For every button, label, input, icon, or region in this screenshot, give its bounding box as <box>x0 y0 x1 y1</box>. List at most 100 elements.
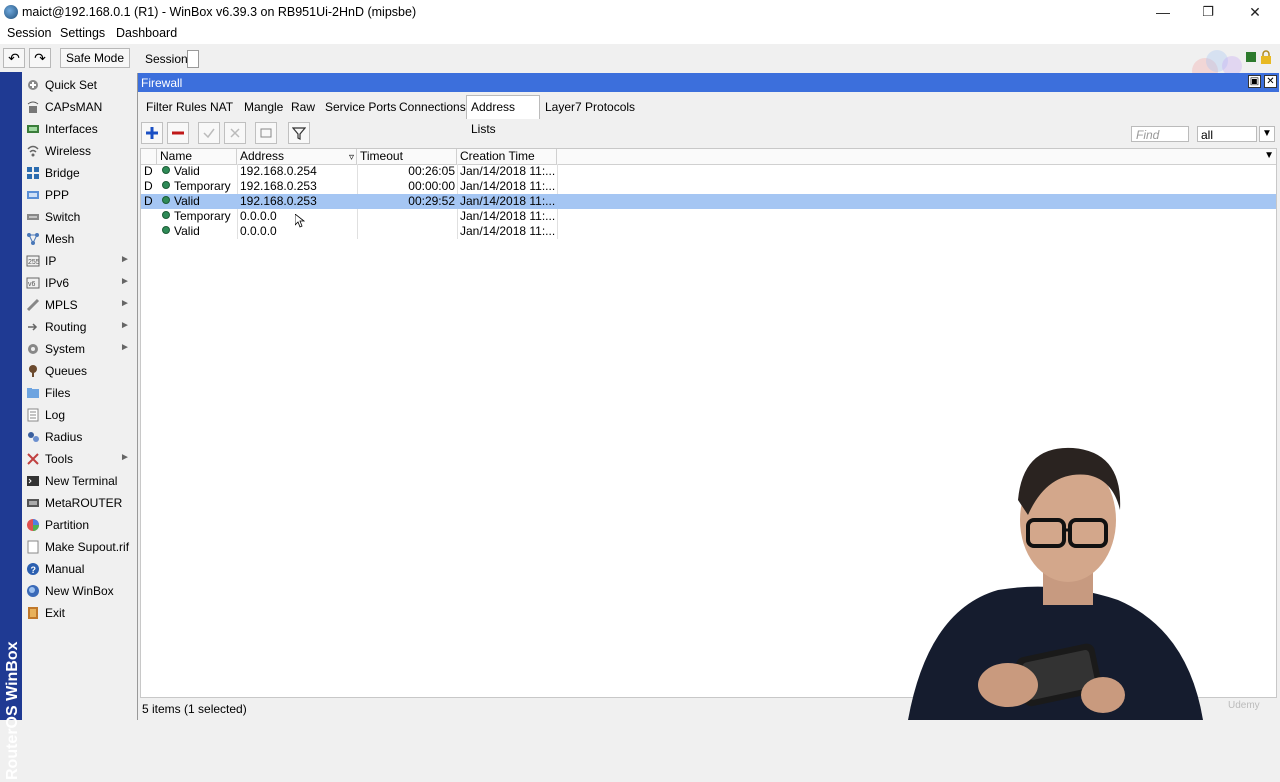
tab-raw[interactable]: Raw <box>287 97 319 117</box>
sidebar-item-ip[interactable]: 255 IP ► <box>22 250 134 272</box>
status-green-icon <box>1246 52 1256 62</box>
columns-menu-icon[interactable]: ▼ <box>1264 150 1274 161</box>
terminal-icon <box>27 476 39 486</box>
row-timeout: 00:29:52 <box>408 194 455 208</box>
row-name: Valid <box>159 224 237 239</box>
new-winbox-icon <box>27 585 39 597</box>
menu-settings[interactable]: Settings <box>60 26 105 40</box>
sidebar-item-routing[interactable]: Routing ► <box>22 316 134 338</box>
row-name: Valid <box>159 164 237 179</box>
sidebar-label: New WinBox <box>45 584 114 598</box>
menu-dashboard[interactable]: Dashboard <box>116 26 177 40</box>
sidebar-item-new-winbox[interactable]: New WinBox <box>22 580 134 602</box>
row-name: Valid <box>159 194 237 209</box>
sidebar-item-bridge[interactable]: Bridge <box>22 162 134 184</box>
check-icon <box>203 128 215 139</box>
sidebar-item-metarouter[interactable]: MetaROUTER <box>22 492 134 514</box>
sidebar-item-ipv6[interactable]: v6 IPv6 ► <box>22 272 134 294</box>
sidebar-item-log[interactable]: Log <box>22 404 134 426</box>
sidebar-item-new-terminal[interactable]: New Terminal <box>22 470 134 492</box>
gear-icon <box>28 344 38 354</box>
add-button[interactable] <box>141 122 163 144</box>
main-toolbar: ↶ ↷ Safe Mode Session: <box>0 44 1280 84</box>
sidebar-item-mpls[interactable]: MPLS ► <box>22 294 134 316</box>
column-name[interactable]: Name <box>157 149 237 164</box>
quick-set-icon <box>28 80 38 90</box>
sidebar-item-files[interactable]: Files <box>22 382 134 404</box>
sidebar-label: CAPsMAN <box>45 100 103 114</box>
brand-text: RouterOS WinBox <box>4 641 21 780</box>
row-timeout <box>357 209 457 224</box>
table-row[interactable]: D Valid 192.168.0.254 00:26:05 Jan/14/20… <box>141 164 1276 179</box>
firewall-close-button[interactable]: ✕ <box>1264 75 1277 88</box>
tab-address-lists[interactable]: Address Lists <box>466 95 540 136</box>
sidebar-item-partition[interactable]: Partition <box>22 514 134 536</box>
sidebar-label: Queues <box>45 364 88 378</box>
submenu-arrow-icon: ► <box>120 298 130 309</box>
list-filter-select[interactable]: all <box>1197 126 1257 142</box>
row-flag: D <box>144 194 153 208</box>
sidebar-item-quick-set[interactable]: Quick Set <box>22 74 134 96</box>
menu-session[interactable]: Session <box>7 26 51 40</box>
svg-text:255: 255 <box>28 259 40 266</box>
tab-mangle[interactable]: Mangle <box>240 97 287 117</box>
row-address: 192.168.0.253 <box>240 194 317 208</box>
sidebar-item-make-supout[interactable]: Make Supout.rif <box>22 536 134 558</box>
disable-button[interactable] <box>224 122 246 144</box>
sidebar-item-tools[interactable]: Tools ► <box>22 448 134 470</box>
column-flag[interactable] <box>141 149 157 164</box>
sidebar-item-ppp[interactable]: PPP <box>22 184 134 206</box>
table-header: Name Address ▿ Timeout Creation Time ▼ <box>141 149 1276 165</box>
sidebar-item-manual[interactable]: ? Manual <box>22 558 134 580</box>
table-row[interactable]: D Temporary 192.168.0.253 00:00:00 Jan/1… <box>141 179 1276 194</box>
firewall-maximize-button[interactable]: ▣ <box>1248 75 1261 88</box>
minimize-button[interactable]: — <box>1148 2 1178 22</box>
safe-mode-button[interactable]: Safe Mode <box>60 48 130 68</box>
column-timeout[interactable]: Timeout <box>357 149 457 164</box>
sidebar-label: Manual <box>45 562 85 576</box>
sidebar-label: Log <box>45 408 66 422</box>
submenu-arrow-icon: ► <box>120 320 130 331</box>
column-creation-time[interactable]: Creation Time <box>457 149 557 164</box>
sidebar-item-radius[interactable]: Radius <box>22 426 134 448</box>
table-row[interactable]: Valid 0.0.0.0 Jan/14/2018 11:... <box>141 224 1276 239</box>
tab-service-ports[interactable]: Service Ports <box>321 97 400 117</box>
row-timeout: 00:00:00 <box>408 179 455 193</box>
session-field[interactable] <box>187 50 199 68</box>
sidebar-item-capsman[interactable]: CAPsMAN <box>22 96 134 118</box>
sidebar-label: Radius <box>45 430 83 444</box>
find-input[interactable]: Find <box>1131 126 1189 142</box>
restore-button[interactable]: ❐ <box>1193 2 1223 22</box>
chevron-down-icon[interactable]: ▼ <box>1259 126 1275 142</box>
enable-button[interactable] <box>198 122 220 144</box>
remove-button[interactable] <box>167 122 189 144</box>
window-title: maict@192.168.0.1 (R1) - WinBox v6.39.3 … <box>22 5 417 19</box>
tab-connections[interactable]: Connections <box>395 97 470 117</box>
sidebar-item-exit[interactable]: Exit <box>22 602 134 624</box>
submenu-arrow-icon: ► <box>120 342 130 353</box>
close-button[interactable]: ✕ <box>1240 2 1270 22</box>
table-row-selected[interactable]: D Valid 192.168.0.253 00:29:52 Jan/14/20… <box>141 194 1276 209</box>
sidebar-item-switch[interactable]: Switch <box>22 206 134 228</box>
tab-filter-rules[interactable]: Filter Rules <box>142 97 211 117</box>
row-address: 192.168.0.253 <box>240 179 317 193</box>
sidebar-label: Make Supout.rif <box>45 540 130 554</box>
table-row[interactable]: Temporary 0.0.0.0 Jan/14/2018 11:... <box>141 209 1276 224</box>
sidebar-item-mesh[interactable]: Mesh <box>22 228 134 250</box>
sidebar-label: Tools <box>45 452 74 466</box>
sidebar-item-queues[interactable]: Queues <box>22 360 134 382</box>
enabled-dot-icon <box>162 166 170 174</box>
filter-button[interactable] <box>288 122 310 144</box>
tab-nat[interactable]: NAT <box>206 97 237 117</box>
column-address[interactable]: Address ▿ <box>237 149 357 164</box>
sidebar-item-wireless[interactable]: Wireless <box>22 140 134 162</box>
sidebar-label: System <box>45 342 86 356</box>
sidebar-item-interfaces[interactable]: Interfaces <box>22 118 134 140</box>
comment-button[interactable] <box>255 122 277 144</box>
redo-button[interactable]: ↷ <box>29 48 51 68</box>
row-name-text: Valid <box>174 194 200 208</box>
firewall-toolbar: Find all ▼ <box>138 120 1279 146</box>
sidebar-item-system[interactable]: System ► <box>22 338 134 360</box>
tab-layer7-protocols[interactable]: Layer7 Protocols <box>541 97 639 117</box>
undo-button[interactable]: ↶ <box>3 48 25 68</box>
